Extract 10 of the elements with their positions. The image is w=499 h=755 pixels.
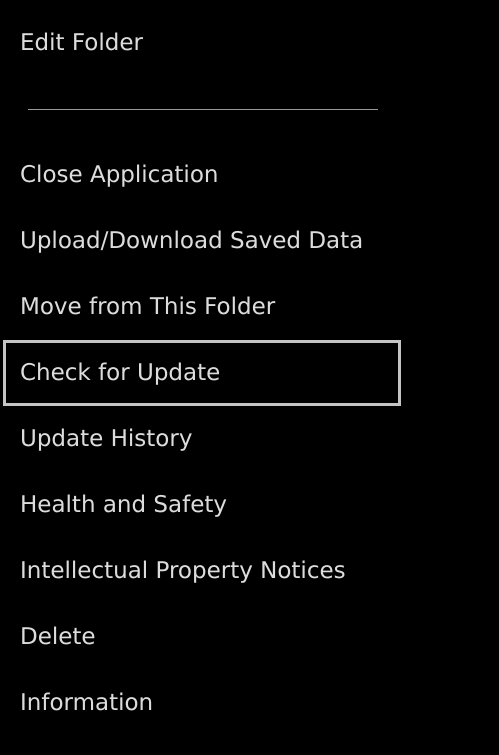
menu-item[interactable]: Check for Update	[3, 340, 401, 406]
menu-item[interactable]: Move from This Folder	[3, 274, 401, 340]
menu-item[interactable]: Update History	[3, 406, 401, 472]
menu-item[interactable]: Health and Safety	[3, 472, 401, 538]
menu-item[interactable]: Delete	[3, 604, 401, 670]
menu-item[interactable]: Intellectual Property Notices	[3, 538, 401, 604]
menu-item[interactable]: Upload/Download Saved Data	[3, 208, 401, 274]
menu-item[interactable]: Edit Folder	[3, 10, 401, 76]
menu-item[interactable]: Close Application	[3, 142, 401, 208]
menu-item[interactable]: Information	[3, 670, 401, 736]
